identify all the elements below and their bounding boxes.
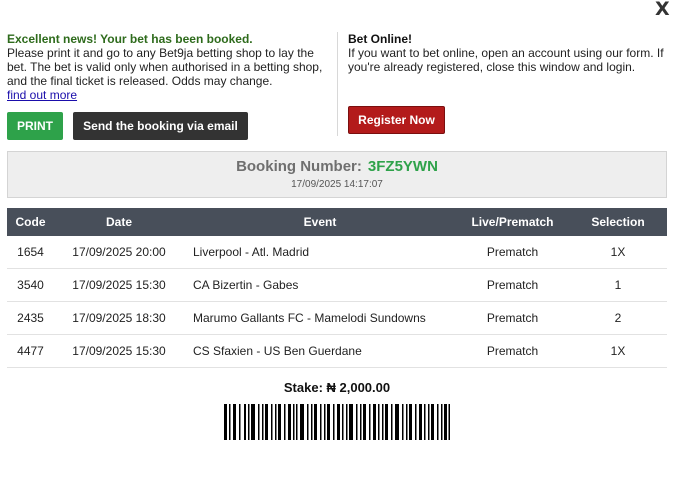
cell-event: Marumo Gallants FC - Mamelodi Sundowns [184,301,456,335]
col-header-live-prematch: Live/Prematch [456,208,569,236]
booking-code: 3FZ5YWN [367,158,438,175]
panel-divider [337,32,338,136]
cell-date: 17/09/2025 20:00 [54,236,184,269]
cell-code: 2435 [7,301,54,335]
col-header-selection: Selection [569,208,667,236]
col-header-event: Event [184,208,456,236]
cell-live-prematch: Prematch [456,268,569,302]
print-button[interactable]: PRINT [7,112,63,140]
success-headline: Excellent news! Your bet has been booked… [7,32,253,46]
cell-live-prematch: Prematch [456,301,569,335]
info-line: and the final ticket is released. Odds m… [7,74,273,88]
cell-live-prematch: Prematch [456,236,569,269]
table-row: 2435 17/09/2025 18:30 Marumo Gallants FC… [7,301,667,335]
cell-code: 4477 [7,334,54,368]
stake-amount: Stake: ₦ 2,000.00 [283,380,391,395]
cell-selection: 1X [569,334,667,368]
booking-number-box: Booking Number: 3FZ5YWN 17/09/2025 14:17:… [7,151,667,198]
cell-selection: 2 [569,301,667,335]
cell-date: 17/09/2025 18:30 [54,301,184,335]
cell-code: 3540 [7,268,54,302]
bets-table: Code Date Event Live/Prematch Selection … [7,208,667,368]
cell-code: 1654 [7,236,54,269]
table-header-row: Code Date Event Live/Prematch Selection [7,208,667,236]
booking-datetime: 17/09/2025 14:17:07 [291,179,383,190]
cell-event: CA Bizertin - Gabes [184,268,456,302]
email-booking-button[interactable]: Send the booking via email [73,112,248,140]
cell-date: 17/09/2025 15:30 [54,268,184,302]
cell-selection: 1X [569,236,667,269]
barcode-image [224,404,450,440]
cell-selection: 1 [569,268,667,302]
bet-online-title: Bet Online! [348,32,413,46]
cell-event: CS Sfaxien - US Ben Guerdane [184,334,456,368]
col-header-code: Code [7,208,54,236]
booking-number-line: Booking Number: 3FZ5YWN [8,158,666,175]
col-header-date: Date [54,208,184,236]
bet-online-text: you're already registered, close this wi… [348,60,636,74]
booking-number-label: Booking Number: [236,158,362,175]
bet-online-panel: Bet Online! If you want to bet online, o… [348,32,668,74]
table-row: 3540 17/09/2025 15:30 CA Bizertin - Gabe… [7,268,667,302]
table-row: 4477 17/09/2025 15:30 CS Sfaxien - US Be… [7,334,667,368]
close-icon[interactable]: X [655,0,671,19]
cell-date: 17/09/2025 15:30 [54,334,184,368]
booking-info-panel: Excellent news! Your bet has been booked… [7,32,329,102]
register-now-button[interactable]: Register Now [348,106,445,134]
cell-live-prematch: Prematch [456,334,569,368]
find-out-more-link[interactable]: find out more [7,88,77,102]
info-line: Please print it and go to any Bet9ja bet… [7,46,314,60]
cell-event: Liverpool - Atl. Madrid [184,236,456,269]
table-row: 1654 17/09/2025 20:00 Liverpool - Atl. M… [7,236,667,269]
bet-online-text: If you want to bet online, open an accou… [348,46,664,60]
info-line: bet. The bet is valid only when authoris… [7,60,323,74]
